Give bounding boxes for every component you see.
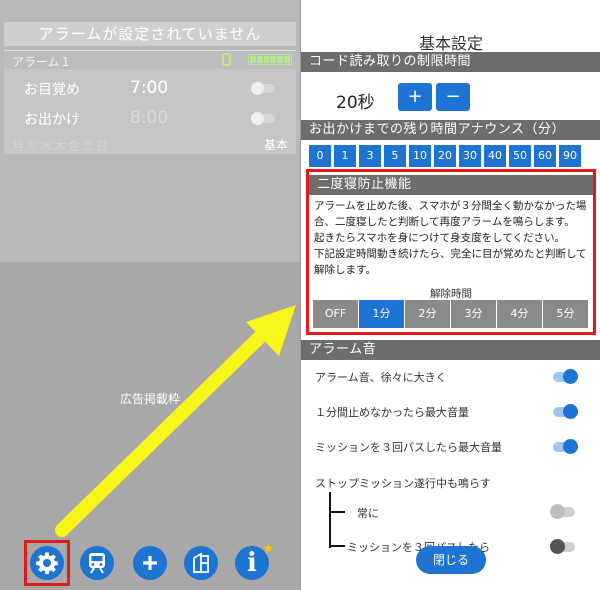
- release-time-options: OFF 1分 2分 3分 4分 5分: [313, 300, 588, 328]
- snooze-desc-line: アラームを止めた後、スマホが３分間全く動かなかった場: [314, 200, 587, 212]
- door-button[interactable]: [184, 546, 218, 580]
- announce-option-60[interactable]: 60: [534, 145, 556, 167]
- alarm-sound-heading: アラーム音: [301, 340, 600, 360]
- info-icon: i: [247, 548, 257, 578]
- code-limit-heading: コード読み取りの制限時間: [301, 52, 600, 72]
- alarm-name: アラーム１: [12, 55, 72, 69]
- release-time-label: 解除時間: [430, 288, 472, 300]
- train-button[interactable]: [80, 546, 114, 580]
- announce-option-20[interactable]: 20: [434, 145, 456, 167]
- option-label-max-after-minute: １分間止めなかったら最大音量: [315, 406, 469, 419]
- alarm-leave-toggle[interactable]: [251, 112, 275, 125]
- announce-heading: お出かけまでの残り時間アナウンス（分）: [301, 120, 600, 140]
- snooze-desc-line: 解除します。: [314, 264, 376, 276]
- code-limit-value: 20秒: [336, 93, 375, 113]
- announce-option-30[interactable]: 30: [459, 145, 481, 167]
- close-button[interactable]: 閉じる: [416, 546, 486, 574]
- battery-icon: [248, 54, 292, 65]
- snooze-desc-line: 下記設定時間動き続けたら、完全に目が覚めたと判断して: [314, 248, 587, 260]
- star-icon: ★: [262, 541, 275, 557]
- release-option-3[interactable]: 3分: [451, 300, 496, 328]
- release-option-2[interactable]: 2分: [405, 300, 450, 328]
- snooze-heading: 二度寝防止機能: [309, 175, 593, 195]
- alarm-card[interactable]: アラーム１ お目覚め 7:00 お出かけ 8:00 月火水木金土日 基本: [4, 50, 296, 154]
- stop-mission-label: ストップミッション遂行中も鳴らす: [315, 477, 491, 490]
- door-icon: [193, 552, 209, 573]
- snooze-desc-line: 合、二度寝したと判断して再度アラームを鳴らします。: [314, 216, 575, 228]
- tree-line: [329, 511, 345, 513]
- snooze-desc-line: 起きたらスマホを身につけて身支度をしてください。: [314, 232, 566, 244]
- settings-highlight-frame: [24, 540, 70, 586]
- alarm-row-label-wake: お目覚め: [24, 82, 80, 98]
- announce-option-40[interactable]: 40: [484, 145, 506, 167]
- ad-placeholder: 広告掲載枠: [119, 392, 180, 406]
- home-screen: アラームが設定されていません アラーム１ お目覚め 7:00 お出かけ 8:00…: [0, 0, 300, 590]
- snooze-prevention-section: 二度寝防止機能 アラームを止めた後、スマホが３分間全く動かなかった場 合、二度寝…: [306, 169, 596, 335]
- release-option-1[interactable]: 1分: [359, 300, 404, 328]
- increase-button[interactable]: +: [398, 83, 432, 111]
- decrease-button[interactable]: −: [436, 83, 470, 111]
- settings-panel: 基本設定 コード読み取りの制限時間 20秒 + − お出かけまでの残り時間アナウ…: [300, 0, 600, 590]
- alarm-row-time-wake: 7:00: [130, 78, 169, 98]
- alarm-weekdays: 月火水木金土日: [12, 139, 111, 153]
- phone-icon: [222, 53, 231, 66]
- alarm-status-banner: アラームが設定されていません: [4, 22, 296, 46]
- release-option-4[interactable]: 4分: [497, 300, 542, 328]
- snooze-description: アラームを止めた後、スマホが３分間全く動かなかった場 合、二度寝したと判断して再…: [314, 198, 590, 278]
- alarm-mode: 基本: [263, 138, 288, 152]
- release-option-5[interactable]: 5分: [543, 300, 588, 328]
- announce-option-0[interactable]: 0: [309, 145, 331, 167]
- release-option-0[interactable]: OFF: [313, 300, 358, 328]
- page-title: 基本設定: [418, 34, 483, 53]
- alarm-row-label-leave: お出かけ: [24, 112, 80, 128]
- announce-option-10[interactable]: 10: [409, 145, 431, 167]
- after-pass-toggle[interactable]: [550, 539, 575, 554]
- option-label-max-after-pass: ミッションを３回パスしたら最大音量: [315, 441, 502, 454]
- add-alarm-button[interactable]: [133, 546, 167, 580]
- alarm-row-time-leave: 8:00: [130, 108, 169, 128]
- announce-option-1[interactable]: 1: [334, 145, 356, 167]
- train-icon: [89, 553, 105, 574]
- announce-option-3[interactable]: 3: [359, 145, 381, 167]
- announce-option-90[interactable]: 90: [559, 145, 581, 167]
- tree-line: [329, 545, 345, 547]
- max-after-pass-toggle[interactable]: [553, 439, 578, 454]
- plus-icon: [143, 556, 157, 570]
- announce-option-5[interactable]: 5: [384, 145, 406, 167]
- crescendo-toggle[interactable]: [553, 369, 578, 384]
- tree-line: [329, 492, 331, 548]
- always-toggle[interactable]: [550, 504, 575, 519]
- option-label-crescendo: アラーム音、徐々に大きく: [315, 371, 447, 384]
- alarm-wake-toggle[interactable]: [251, 82, 275, 95]
- announce-options: 0 1 3 5 10 20 30 40 50 60 90: [309, 145, 581, 167]
- option-label-always: 常に: [357, 507, 379, 520]
- announce-option-50[interactable]: 50: [509, 145, 531, 167]
- max-after-minute-toggle[interactable]: [553, 404, 578, 419]
